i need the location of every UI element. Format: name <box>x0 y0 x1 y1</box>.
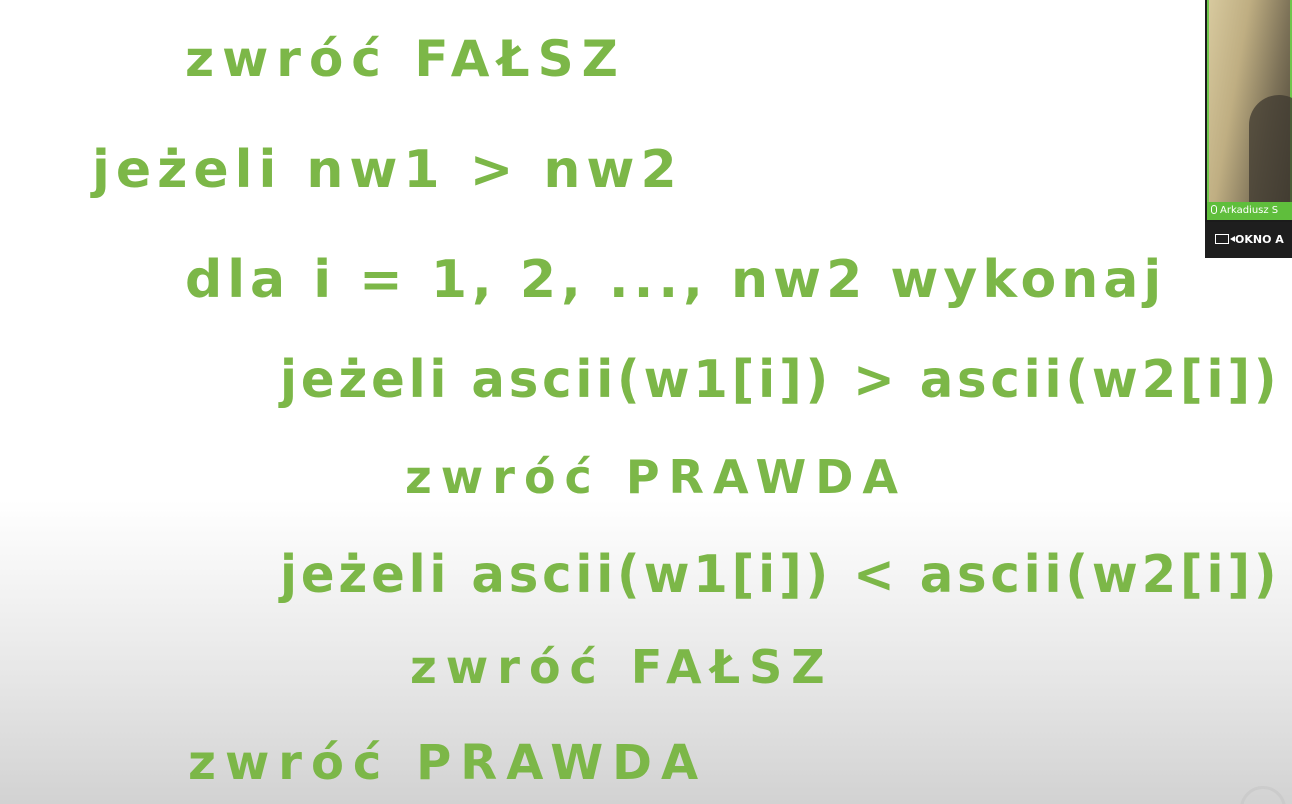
handwritten-line: zwróć FAŁSZ <box>410 640 834 694</box>
video-camera-icon <box>1215 234 1235 244</box>
microphone-icon <box>1211 205 1217 214</box>
handwritten-line: jeżeli nw1 > nw2 <box>92 140 683 200</box>
window-toggle-button[interactable]: OKNO A <box>1205 222 1292 258</box>
handwritten-line: zwróć FAŁSZ <box>185 30 626 88</box>
handwritten-line: jeżeli ascii(w1[i]) > ascii(w2[i]) <box>280 350 1281 410</box>
participant-silhouette <box>1249 95 1292 215</box>
speaker-name: Arkadiusz S <box>1220 205 1279 216</box>
handwritten-line: zwróć PRAWDA <box>405 450 908 504</box>
handwritten-line: dla i = 1, 2, ..., nw2 wykonaj <box>185 250 1167 310</box>
handwritten-line: jeżeli ascii(w1[i]) < ascii(w2[i]) <box>280 545 1281 605</box>
participant-video-panel[interactable]: Arkadiusz S OKNO A <box>1205 0 1292 258</box>
speaker-name-bar: Arkadiusz S <box>1207 202 1292 220</box>
window-toggle-label: OKNO A <box>1235 233 1284 246</box>
whiteboard: zwróć FAŁSZ jeżeli nw1 > nw2 dla i = 1, … <box>0 0 1292 804</box>
handwritten-line: zwróć PRAWDA <box>188 735 708 791</box>
participant-video-feed <box>1207 0 1292 215</box>
